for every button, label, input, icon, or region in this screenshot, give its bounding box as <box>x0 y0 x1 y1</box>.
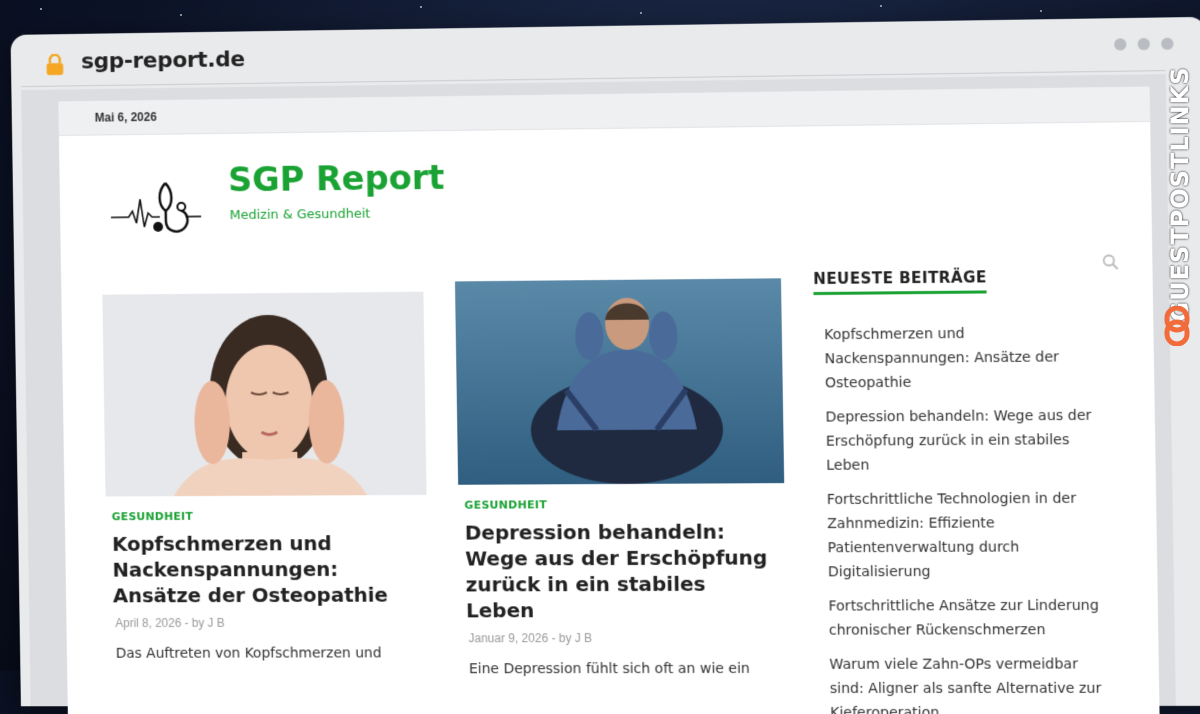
browser-window: sgp-report.de Mai 6, 2026 SGP Report Med… <box>10 16 1200 714</box>
recent-post-link[interactable]: Kopfschmerzen und Nackenspannungen: Ansä… <box>824 321 1109 396</box>
browser-viewport: Mai 6, 2026 SGP Report Medizin & Gesundh… <box>21 74 1176 714</box>
post-date[interactable]: Januar 9, 2026 <box>468 631 548 645</box>
recent-post-link[interactable]: Fortschrittliche Ansätze zur Linderung c… <box>828 594 1113 643</box>
post-category[interactable]: GESUNDHEIT <box>112 509 427 523</box>
guestpostlinks-watermark: GUESTPOSTLINKS <box>1160 60 1194 360</box>
address-bar-url[interactable]: sgp-report.de <box>81 47 245 74</box>
watermark-text: GUESTPOSTLINKS <box>1166 66 1194 322</box>
stethoscope-logo-icon[interactable] <box>108 177 203 237</box>
recent-post-link[interactable]: Depression behandeln: Wege aus der Ersch… <box>825 404 1110 478</box>
window-dot-3[interactable] <box>1161 37 1174 50</box>
recent-post-link[interactable]: Warum viele Zahn-OPs vermeidbar sind: Al… <box>829 652 1115 714</box>
sidebar-recent-posts: NEUESTE BEITRÄGE Kopfschmerzen und Nacke… <box>813 267 1135 714</box>
post-title[interactable]: Kopfschmerzen und Nackenspannungen: Ansä… <box>112 530 418 608</box>
site-title[interactable]: SGP Report <box>228 158 445 200</box>
lock-icon <box>47 54 64 76</box>
window-dot-2[interactable] <box>1137 37 1151 51</box>
post-date[interactable]: April 8, 2026 <box>115 616 181 630</box>
top-bar: Mai 6, 2026 <box>58 86 1151 136</box>
recent-posts-list: Kopfschmerzen und Nackenspannungen: Ansä… <box>824 320 1135 714</box>
link-icon <box>1164 306 1190 346</box>
window-dot-1[interactable] <box>1114 38 1127 51</box>
post-excerpt: Eine Depression fühlt sich oft an wie ei… <box>468 660 750 678</box>
post-category[interactable]: GESUNDHEIT <box>464 497 784 511</box>
current-date: Mai 6, 2026 <box>94 109 157 125</box>
web-page: Mai 6, 2026 SGP Report Medizin & Gesundh… <box>58 86 1160 714</box>
recent-post-link[interactable]: Fortschrittliche Technologien in der Zah… <box>827 486 1113 584</box>
post-image-headache[interactable] <box>102 291 427 497</box>
post-author[interactable]: by J B <box>559 631 593 645</box>
post-author[interactable]: by J B <box>192 616 225 630</box>
post-card: GESUNDHEIT Kopfschmerzen und Nackenspann… <box>102 291 429 662</box>
post-meta: April 8, 2026 - by J B <box>115 615 225 631</box>
post-image-depression[interactable] <box>454 278 785 485</box>
post-meta: Januar 9, 2026 - by J B <box>468 631 593 646</box>
window-controls <box>1114 37 1174 51</box>
site-description: Medizin & Gesundheit <box>229 206 371 224</box>
sidebar-title: NEUESTE BEITRÄGE <box>813 268 987 296</box>
post-excerpt: Das Auftreten von Kopfschmerzen und <box>115 645 382 662</box>
post-title[interactable]: Depression behandeln: Wege aus der Ersch… <box>465 518 777 623</box>
post-card: GESUNDHEIT Depression behandeln: Wege au… <box>454 278 787 678</box>
